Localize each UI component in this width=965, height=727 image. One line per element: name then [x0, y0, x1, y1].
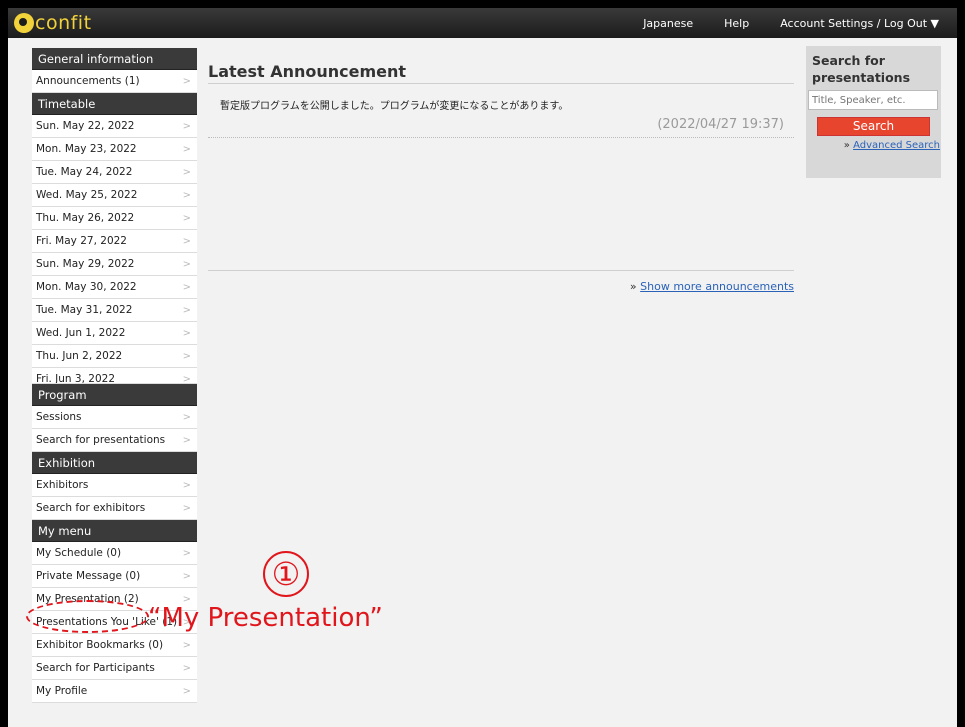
- more-announcements: » Show more announcements: [208, 280, 794, 293]
- sidebar-item-date[interactable]: Thu. Jun 2, 2022 >: [32, 345, 197, 368]
- sidebar-item-search-participants[interactable]: Search for Participants >: [32, 657, 197, 680]
- help-link[interactable]: Help: [724, 17, 749, 30]
- chevron-right-icon: >: [182, 503, 191, 514]
- sidebar-item-label: Mon. May 23, 2022: [36, 143, 137, 155]
- more-prefix: »: [629, 280, 641, 293]
- sidebar-item-date[interactable]: Sun. May 29, 2022 >: [32, 253, 197, 276]
- sidebar-item-label: My Profile: [36, 685, 88, 697]
- chevron-right-icon: >: [182, 663, 191, 674]
- top-links: Japanese Help Account Settings / Log Out…: [612, 8, 939, 38]
- sidebar-item-my-profile[interactable]: My Profile >: [32, 680, 197, 703]
- chevron-right-icon: >: [182, 412, 191, 423]
- sidebar-item-label: Exhibitor Bookmarks (0): [36, 639, 164, 651]
- sidebar-item-label: Thu. Jun 2, 2022: [36, 350, 123, 362]
- sidebar-heading-exhibition: Exhibition: [32, 452, 197, 474]
- chevron-right-icon: >: [182, 640, 191, 651]
- sidebar-item-label: Sun. May 29, 2022: [36, 258, 135, 270]
- sidebar-item-date[interactable]: Tue. May 31, 2022 >: [32, 299, 197, 322]
- sidebar-item-label: Thu. May 26, 2022: [36, 212, 135, 224]
- sidebar-heading-timetable: Timetable: [32, 93, 197, 115]
- account-menu-link[interactable]: Account Settings / Log Out ▼: [780, 17, 939, 30]
- sidebar-item-date[interactable]: Mon. May 30, 2022 >: [32, 276, 197, 299]
- sidebar-item-date[interactable]: Mon. May 23, 2022 >: [32, 138, 197, 161]
- advanced-search: » Advanced Search: [812, 140, 940, 151]
- chevron-right-icon: >: [182, 76, 191, 87]
- sidebar-item-label: Search for Participants: [36, 662, 155, 674]
- sidebar-item-exhibitors[interactable]: Exhibitors >: [32, 474, 197, 497]
- sidebar-item-date[interactable]: Fri. Jun 3, 2022 >: [32, 368, 197, 384]
- main-content: Latest Announcement 暫定版プログラムを公開しました。プログラ…: [208, 54, 794, 293]
- sidebar-item-search-presentations[interactable]: Search for presentations >: [32, 429, 197, 452]
- sidebar-heading-program: Program: [32, 384, 197, 406]
- sidebar-item-sessions[interactable]: Sessions >: [32, 406, 197, 429]
- callout-label: “My Presentation”: [148, 603, 383, 633]
- announcement-text: 暫定版プログラムを公開しました。プログラムが変更になることがあります。: [220, 101, 569, 112]
- sidebar-item-label: Wed. Jun 1, 2022: [36, 327, 126, 339]
- sidebar-heading-general: General information: [32, 48, 197, 70]
- chevron-right-icon: >: [182, 282, 191, 293]
- chevron-right-icon: >: [182, 213, 191, 224]
- confit-logo[interactable]: confit: [14, 11, 92, 35]
- chevron-right-icon: >: [182, 374, 191, 384]
- chevron-right-icon: >: [182, 236, 191, 247]
- chevron-right-icon: >: [182, 167, 191, 178]
- top-bar: confit Japanese Help Account Settings / …: [8, 8, 957, 38]
- sidebar-item-exhibitor-bookmarks[interactable]: Exhibitor Bookmarks (0) >: [32, 634, 197, 657]
- chevron-right-icon: >: [182, 121, 191, 132]
- chevron-right-icon: >: [182, 351, 191, 362]
- sidebar-item-label: Wed. May 25, 2022: [36, 189, 138, 201]
- sidebar-item-label: Tue. May 31, 2022: [36, 304, 133, 316]
- language-link[interactable]: Japanese: [643, 17, 693, 30]
- logo-text: confit: [35, 12, 92, 34]
- announcement-divider: [208, 137, 794, 138]
- chevron-right-icon: >: [182, 328, 191, 339]
- sidebar-item-date[interactable]: Wed. Jun 1, 2022 >: [32, 322, 197, 345]
- sidebar-item-label: Announcements (1): [36, 75, 140, 87]
- app-window: confit Japanese Help Account Settings / …: [8, 8, 957, 727]
- chevron-right-icon: >: [182, 435, 191, 446]
- sidebar-item-date[interactable]: Wed. May 25, 2022 >: [32, 184, 197, 207]
- sidebar-item-date[interactable]: Fri. May 27, 2022 >: [32, 230, 197, 253]
- chevron-right-icon: >: [182, 190, 191, 201]
- step-number-badge: ①: [263, 551, 309, 597]
- search-input[interactable]: [808, 90, 938, 110]
- sidebar-item-date[interactable]: Tue. May 24, 2022 >: [32, 161, 197, 184]
- show-more-announcements-link[interactable]: Show more announcements: [640, 280, 794, 293]
- search-button[interactable]: Search: [817, 117, 930, 136]
- sidebar-item-private-message[interactable]: Private Message (0) >: [32, 565, 197, 588]
- highlight-ellipse: [26, 600, 149, 633]
- sidebar-item-label: My Schedule (0): [36, 547, 122, 559]
- chevron-right-icon: >: [182, 144, 191, 155]
- sidebar-item-label: Exhibitors: [36, 479, 89, 491]
- sidebar-item-label: Fri. May 27, 2022: [36, 235, 127, 247]
- sidebar-item-label: Fri. Jun 3, 2022: [36, 373, 116, 384]
- sidebar-item-search-exhibitors[interactable]: Search for exhibitors >: [32, 497, 197, 520]
- sidebar-item-label: Search for presentations: [36, 434, 166, 446]
- chevron-right-icon: >: [182, 548, 191, 559]
- announcement-date: (2022/04/27 19:37): [657, 117, 784, 132]
- main-divider: [208, 270, 794, 271]
- sidebar-item-label: Sessions: [36, 411, 82, 423]
- chevron-right-icon: >: [182, 686, 191, 697]
- sidebar-item-my-schedule[interactable]: My Schedule (0) >: [32, 542, 197, 565]
- sidebar-item-label: Tue. May 24, 2022: [36, 166, 133, 178]
- search-panel: Search for presentations Search » Advanc…: [806, 46, 941, 178]
- chevron-right-icon: >: [182, 305, 191, 316]
- sidebar-item-label: Search for exhibitors: [36, 502, 146, 514]
- chevron-right-icon: >: [182, 571, 191, 582]
- sidebar-heading-my-menu: My menu: [32, 520, 197, 542]
- chevron-right-icon: >: [182, 259, 191, 270]
- sidebar-item-date[interactable]: Thu. May 26, 2022 >: [32, 207, 197, 230]
- advanced-search-link[interactable]: Advanced Search: [853, 140, 940, 151]
- sidebar-item-label: Mon. May 30, 2022: [36, 281, 137, 293]
- sidebar-item-date[interactable]: Sun. May 22, 2022 >: [32, 115, 197, 138]
- page-title: Latest Announcement: [208, 54, 794, 84]
- sidebar-item-label: Sun. May 22, 2022: [36, 120, 135, 132]
- chevron-right-icon: >: [182, 480, 191, 491]
- sidebar-item-label: Private Message (0): [36, 570, 141, 582]
- advanced-search-prefix: »: [843, 140, 854, 151]
- search-panel-title: Search for presentations: [812, 53, 911, 85]
- logo-icon: [14, 13, 34, 33]
- sidebar-item-announcements[interactable]: Announcements (1) >: [32, 70, 197, 93]
